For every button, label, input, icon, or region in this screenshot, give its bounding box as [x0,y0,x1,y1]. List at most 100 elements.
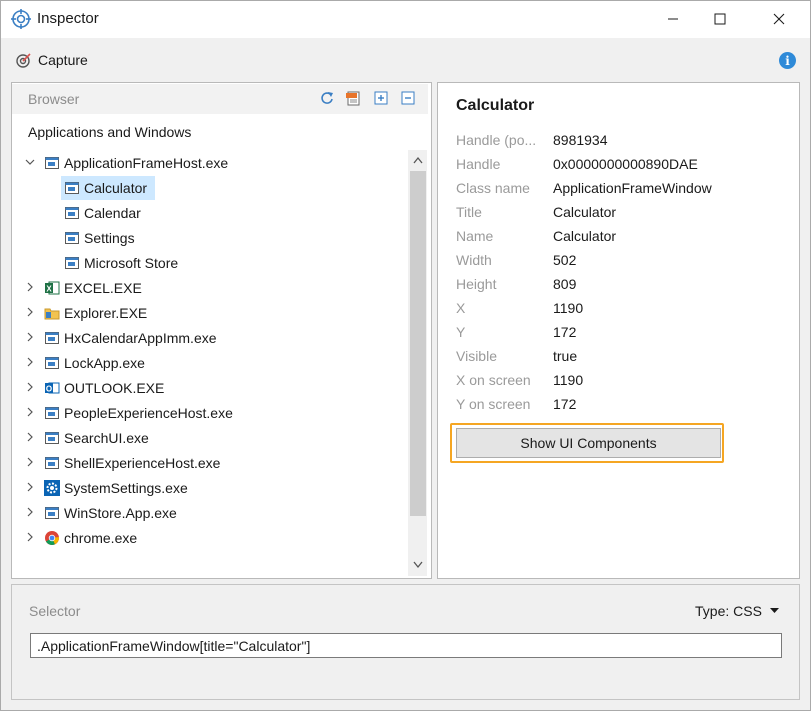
tree-item-label: OUTLOOK.EXE [64,380,165,396]
property-value: 0x0000000000890DAE [553,156,698,172]
property-value: 172 [553,396,577,412]
window-icon [64,205,80,221]
crosshair-app-icon [11,9,31,29]
property-name: Y on screen [456,396,531,412]
browser-label: Browser [28,91,80,107]
window-icon [44,430,60,446]
refresh-icon[interactable] [319,90,335,106]
property-name: Class name [456,180,530,196]
chevron-up-icon [413,156,423,164]
property-name: Height [456,276,497,292]
selector-type-dropdown[interactable]: Type: CSS [695,603,779,619]
property-value: Calculator [553,204,617,220]
scroll-thumb[interactable] [410,171,426,516]
window-icon [44,505,60,521]
close-icon [773,13,785,25]
tree-item-label: Explorer.EXE [64,305,148,321]
tree-item-label: Settings [84,230,135,246]
capture-target-icon [16,53,31,68]
expand-chevron-icon[interactable] [24,432,36,445]
collapse-all-icon[interactable] [400,90,416,106]
property-name: X on screen [456,372,531,388]
expand-chevron-icon[interactable] [24,282,36,295]
tree-item-label: Calculator [84,180,148,196]
tree-item-label: LockApp.exe [64,355,145,371]
svg-text:X: X [46,285,52,294]
tree-item-label: Microsoft Store [84,255,179,271]
property-value: 809 [553,276,577,292]
property-name: X [456,300,466,316]
maximize-icon [714,13,726,25]
xml-export-icon[interactable] [345,90,361,106]
window-icon [44,355,60,371]
property-name: Width [456,252,492,268]
capture-label: Capture [38,52,88,68]
window-icon [44,155,60,171]
maximize-button[interactable] [697,0,743,38]
expand-chevron-icon[interactable] [24,457,36,470]
tree-item-label: PeopleExperienceHost.exe [64,405,233,421]
window-icon [44,455,60,471]
property-value: 1190 [553,372,584,388]
info-icon[interactable]: i [779,52,796,69]
property-value: ApplicationFrameWindow [553,180,712,196]
gear-icon [44,480,60,496]
expand-chevron-icon[interactable] [24,507,36,520]
svg-text:O: O [46,385,52,394]
folder-icon [44,305,60,321]
property-value: 502 [553,252,577,268]
window-icon [64,180,80,196]
tree-item-label: SearchUI.exe [64,430,149,446]
window-title: Inspector [37,10,99,27]
caret-down-icon [769,608,779,613]
tree-item-label: WinStore.App.exe [64,505,177,521]
property-name: Title [456,204,482,220]
tree-item-label: ShellExperienceHost.exe [64,455,221,471]
expand-chevron-icon[interactable] [24,332,36,345]
expand-chevron-icon[interactable] [24,407,36,420]
property-value: Calculator [553,228,617,244]
property-value: true [553,348,578,364]
window-icon [44,405,60,421]
expand-chevron-icon[interactable] [24,532,36,545]
minimize-icon [668,18,678,20]
collapse-chevron-icon[interactable] [24,157,36,169]
applications-section-label: Applications and Windows [28,124,192,140]
property-name: Y [456,324,466,340]
scroll-up-button[interactable] [410,152,426,168]
excel-icon: X [44,280,60,296]
property-name: Name [456,228,494,244]
title-bar: Inspector [0,0,811,38]
details-title: Calculator [456,97,535,114]
chevron-down-icon [413,561,423,569]
capture-button[interactable]: Capture [16,52,88,68]
chrome-icon [44,530,60,546]
scroll-down-button[interactable] [410,557,426,573]
expand-chevron-icon[interactable] [24,482,36,495]
tree-item-label: EXCEL.EXE [64,280,142,296]
selector-type-label: Type: CSS [695,603,762,619]
selector-label: Selector [29,603,81,619]
show-ui-components-button[interactable]: Show UI Components [456,428,721,458]
minimize-button[interactable] [650,0,696,38]
tree-item-label: Calendar [84,205,141,221]
tree-item-label: chrome.exe [64,530,138,546]
property-value: 1190 [553,300,584,316]
window-icon [64,230,80,246]
expand-chevron-icon[interactable] [24,382,36,395]
expand-all-icon[interactable] [373,90,389,106]
selector-input[interactable] [30,633,782,658]
window-icon [44,330,60,346]
expand-chevron-icon[interactable] [24,357,36,370]
property-value: 172 [553,324,577,340]
tree-item-label: HxCalendarAppImm.exe [64,330,217,346]
close-button[interactable] [756,0,802,38]
property-name: Handle (po... [456,132,537,148]
outlook-icon: O [44,380,60,396]
property-name: Visible [456,348,497,364]
expand-chevron-icon[interactable] [24,307,36,320]
tree-item-label: ApplicationFrameHost.exe [64,155,229,171]
property-name: Handle [456,156,501,172]
window-icon [64,255,80,271]
tree-item-label: SystemSettings.exe [64,480,188,496]
